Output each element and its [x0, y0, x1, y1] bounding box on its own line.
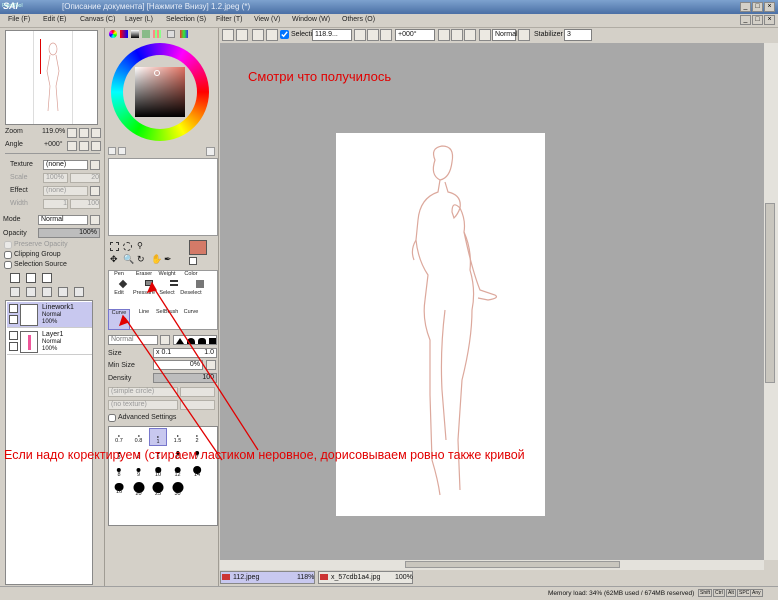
alt-key-indicator: Alt [726, 589, 736, 597]
file-icon [222, 574, 230, 580]
any-key-indicator: Any [750, 589, 763, 597]
tab-name: 112.jpeg [233, 574, 260, 581]
tab-zoom: 100% [395, 574, 413, 581]
tab-zoom: 118% [297, 574, 315, 581]
tab-name: x_57cdb1a4.jpg [331, 574, 381, 581]
status-bar: Memory load: 34% (62MB used / 674MB rese… [0, 586, 778, 600]
tab-x-57cdb1a4-jpg[interactable]: x_57cdb1a4.jpg 100% [318, 571, 413, 584]
ctrl-key-indicator: Ctrl [713, 589, 725, 597]
document-tabs: 112.jpeg 118% x_57cdb1a4.jpg 100% [220, 570, 778, 584]
annotation-arrows [118, 281, 259, 461]
file-icon [320, 574, 328, 580]
memory-status: Memory load: 34% (62MB used / 674MB rese… [548, 590, 695, 597]
shift-key-indicator: Shift [698, 589, 713, 597]
tab-112-jpeg[interactable]: 112.jpeg 118% [220, 571, 315, 584]
